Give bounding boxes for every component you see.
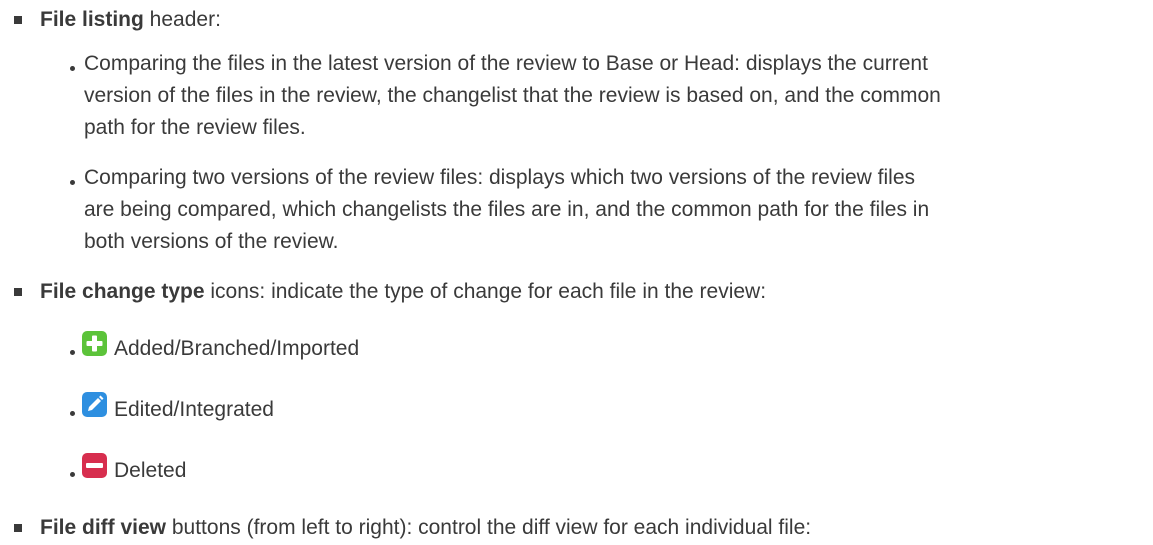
dot-bullet: [70, 472, 75, 477]
change-type-label: Deleted: [114, 459, 187, 482]
item-bold-label: File diff view: [40, 516, 167, 539]
dot-bullet: [70, 411, 75, 416]
text-line: path for the review files.: [84, 116, 306, 139]
square-bullet: [14, 16, 22, 24]
sub-item-text: Comparing the files in the latest versio…: [84, 48, 1144, 144]
sub-item-text: Comparing two versions of the review fil…: [84, 162, 1144, 258]
item-text: File change type icons: indicate the typ…: [40, 276, 766, 308]
item-rest-text: buttons (from left to right): control th…: [166, 516, 812, 539]
item-text: File listing header:: [40, 4, 221, 36]
square-bullet: [14, 524, 22, 532]
item-bold-label: File change type: [40, 280, 205, 303]
change-type-label: Edited/Integrated: [114, 398, 274, 421]
item-rest-text: icons: indicate the type of change for e…: [204, 280, 767, 303]
item-rest-text: header:: [143, 8, 221, 31]
item-text: File diff view buttons (from left to rig…: [40, 512, 811, 544]
pencil-icon: [82, 392, 107, 417]
text-line: Comparing two versions of the review fil…: [84, 166, 916, 189]
text-line: both versions of the review.: [84, 230, 339, 253]
minus-icon: [82, 453, 107, 478]
text-line: version of the files in the review, the …: [84, 84, 941, 107]
text-line: are being compared, which changelists th…: [84, 198, 930, 221]
dot-bullet: [70, 66, 75, 71]
documentation-page: File listing header: Comparing the files…: [0, 0, 1153, 545]
square-bullet: [14, 288, 22, 296]
item-bold-label: File listing: [40, 8, 144, 31]
text-line: Comparing the files in the latest versio…: [84, 52, 928, 75]
dot-bullet: [70, 180, 75, 185]
dot-bullet: [70, 350, 75, 355]
change-type-label: Added/Branched/Imported: [114, 337, 360, 360]
plus-icon: [82, 331, 107, 356]
